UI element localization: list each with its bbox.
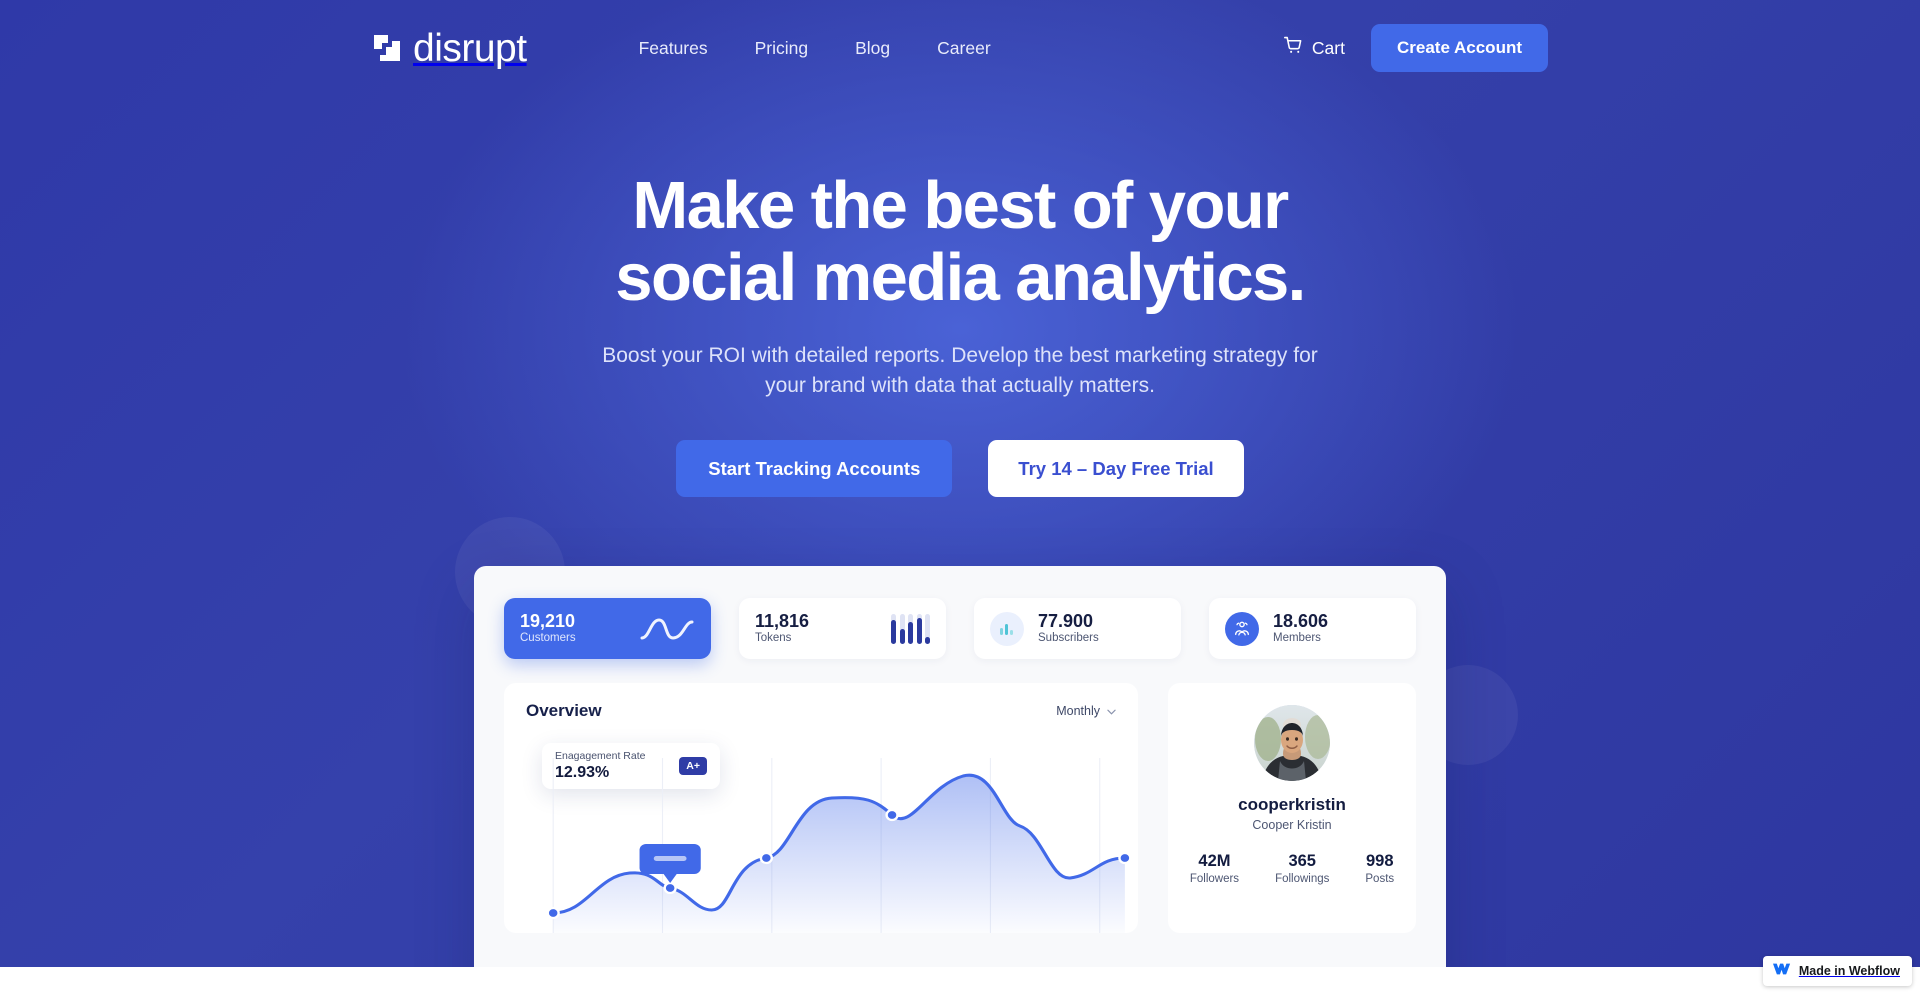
stat-card-customers[interactable]: 19,210 Customers [504,598,711,659]
stat-label: Customers [520,632,576,645]
nav-links: Features Pricing Blog Career [639,38,991,59]
stat-label: Members [1273,632,1321,645]
profile-card: cooperkristin Cooper Kristin 42M Followe… [1168,683,1416,933]
user-avatar-photo [1254,705,1330,781]
stat-value: 365 [1288,852,1316,870]
bar-chart-icon [990,611,1024,646]
logo[interactable]: disrupt [372,29,527,68]
stat-card-members[interactable]: 18.606 Members [1209,598,1416,659]
period-select[interactable]: Monthly [1056,704,1116,718]
stat-cards-row: 19,210 Customers 11,816 Tokens 77.900 Su… [504,598,1416,659]
page-title: Make the best of your social media analy… [615,168,1306,316]
cta-row: Start Tracking Accounts Try 14 – Day Fre… [0,440,1920,498]
period-label: Monthly [1056,704,1100,718]
overview-header: Overview Monthly [504,683,1138,721]
profile-stat-followings: 365 Followings [1275,852,1329,885]
nav-actions: Cart Create Account [1283,24,1548,72]
profile-handle: cooperkristin [1238,795,1346,814]
stat-value: 77.900 [1038,610,1094,631]
bar-chart-icon [891,613,930,644]
stat-value: 19,210 [520,610,576,631]
nav-item-features[interactable]: Features [639,38,708,59]
create-account-button[interactable]: Create Account [1370,24,1548,72]
cart-button[interactable]: Cart [1283,36,1345,60]
shopping-cart-icon [1283,36,1303,60]
disrupt-logo-icon [372,33,402,63]
stat-label: Followings [1275,873,1330,885]
stat-value: 998 [1366,852,1394,870]
made-in-webflow-badge[interactable]: Made in Webflow [1762,956,1912,986]
stat-card-subscribers[interactable]: 77.900 Subscribers [974,598,1181,659]
overview-title: Overview [526,701,602,720]
nav-item-career[interactable]: Career [937,38,991,59]
stat-label: Followers [1189,873,1240,885]
people-group-icon [1225,611,1259,646]
stat-value: 11,816 [755,610,810,631]
webflow-logo-icon [1772,962,1791,980]
stat-label: Tokens [755,632,792,645]
hero-section: disrupt Features Pricing Blog Career Car… [0,0,1920,967]
hero-subtitle: Boost your ROI with detailed reports. De… [602,343,1318,397]
overview-card: Overview Monthly Enagagement Rate 12.93%… [504,683,1138,933]
main-navigation: disrupt Features Pricing Blog Career Car… [0,0,1920,96]
profile-stats: 42M Followers 365 Followings 998 Posts [1190,852,1394,885]
badge-text: Made in Webflow [1798,964,1900,978]
nav-item-blog[interactable]: Blog [855,38,890,59]
profile-name: Cooper Kristin [1252,818,1332,832]
stat-label: Subscribers [1038,632,1099,645]
stat-value: 42M [1198,852,1231,870]
chevron-down-icon [1107,704,1116,718]
profile-stat-followers: 42M Followers [1190,852,1239,885]
free-trial-button[interactable]: Try 14 – Day Free Trial [988,440,1244,498]
hero-copy: Make the best of your social media analy… [0,168,1920,498]
wave-line-icon [639,614,695,644]
logo-text: disrupt [413,26,527,70]
profile-stat-posts: 998 Posts [1365,852,1394,885]
overview-area-chart [546,758,1132,933]
dashboard-preview: 19,210 Customers 11,816 Tokens 77.900 Su… [474,566,1446,967]
stat-card-tokens[interactable]: 11,816 Tokens [739,598,946,659]
stat-label: Posts [1365,873,1395,885]
nav-item-pricing[interactable]: Pricing [755,38,809,59]
cart-label: Cart [1311,37,1345,58]
dashboard-lower-row: Overview Monthly Enagagement Rate 12.93%… [504,683,1416,933]
start-tracking-accounts-button[interactable]: Start Tracking Accounts [676,440,953,498]
stat-value: 18.606 [1273,610,1329,631]
